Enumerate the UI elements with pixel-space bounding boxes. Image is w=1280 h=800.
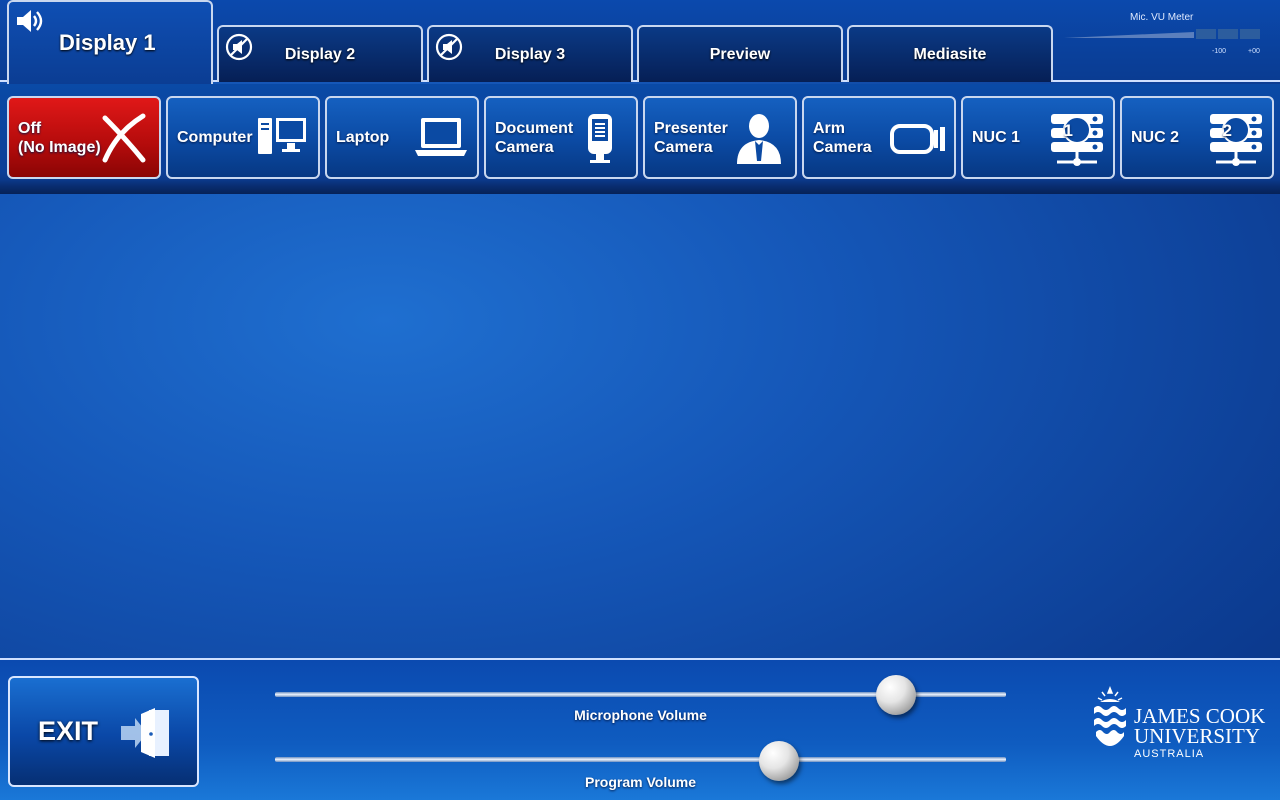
- source-off-button[interactable]: Off (No Image): [7, 96, 161, 179]
- source-nuc-2-button[interactable]: NUC 2 2: [1120, 96, 1274, 179]
- source-label: Document Camera: [495, 119, 574, 156]
- exit-door-icon: [121, 708, 169, 758]
- speaker-icon: [17, 10, 43, 32]
- tab-preview[interactable]: Preview: [637, 25, 843, 82]
- tab-label: Display 2: [284, 45, 356, 63]
- source-label: NUC 1: [972, 129, 1021, 146]
- laptop-icon: [415, 118, 467, 156]
- presenter-icon: [737, 114, 781, 164]
- source-label: Arm Camera: [813, 119, 872, 156]
- tab-mediasite[interactable]: Mediasite: [847, 25, 1053, 82]
- source-computer-button[interactable]: Computer: [166, 96, 320, 179]
- tab-label: Mediasite: [913, 45, 987, 63]
- document-camera-icon: [588, 114, 612, 163]
- muted-speaker-icon: [435, 33, 463, 61]
- exit-button[interactable]: EXIT: [8, 676, 199, 787]
- program-volume-label: Program Volume: [585, 774, 696, 790]
- mic-vu-meter: Mic. VU Meter -100 +00: [1064, 10, 1264, 60]
- source-label: NUC 2: [1131, 129, 1180, 146]
- tab-display-2[interactable]: Display 2: [217, 25, 423, 82]
- program-volume-slider[interactable]: [275, 757, 1006, 762]
- source-presenter-camera-button[interactable]: Presenter Camera: [643, 96, 797, 179]
- microphone-volume-label: Microphone Volume: [574, 707, 707, 723]
- tab-label: Display 1: [59, 30, 156, 55]
- network-device-1-icon: [1051, 114, 1103, 166]
- tab-label: Display 3: [494, 45, 566, 63]
- x-mark-icon: [102, 113, 146, 163]
- vu-scale-min: -100: [1212, 48, 1227, 55]
- exit-label: EXIT: [38, 716, 99, 746]
- nuc-badge-2: 2: [1222, 121, 1232, 140]
- source-label: Presenter Camera: [654, 119, 728, 156]
- tab-display-1[interactable]: Display 1: [7, 0, 213, 84]
- vu-meter-label: Mic. VU Meter: [1130, 12, 1194, 23]
- video-camera-icon: [890, 124, 945, 154]
- james-cook-university-logo: JAMES COOK UNIVERSITY AUSTRALIA: [1090, 686, 1270, 762]
- tab-display-3[interactable]: Display 3: [427, 25, 633, 82]
- logo-line-3: AUSTRALIA: [1134, 748, 1205, 760]
- waves-crest-icon: [1094, 686, 1126, 746]
- source-document-camera-button[interactable]: Document Camera: [484, 96, 638, 179]
- source-label: Computer: [177, 129, 253, 146]
- muted-speaker-icon: [225, 33, 253, 61]
- source-label: Laptop: [336, 129, 390, 146]
- desktop-computer-icon: [258, 118, 306, 154]
- source-nuc-1-button[interactable]: NUC 1 1: [961, 96, 1115, 179]
- source-laptop-button[interactable]: Laptop: [325, 96, 479, 179]
- logo-line-2: UNIVERSITY: [1134, 724, 1260, 748]
- source-label: Off (No Image): [18, 119, 101, 156]
- tab-label: Preview: [709, 45, 771, 63]
- vu-meter-bars: [1064, 29, 1260, 39]
- source-arm-camera-button[interactable]: Arm Camera: [802, 96, 956, 179]
- network-device-2-icon: [1210, 114, 1262, 166]
- vu-scale-max: +00: [1248, 48, 1260, 55]
- nuc-badge-1: 1: [1063, 121, 1073, 140]
